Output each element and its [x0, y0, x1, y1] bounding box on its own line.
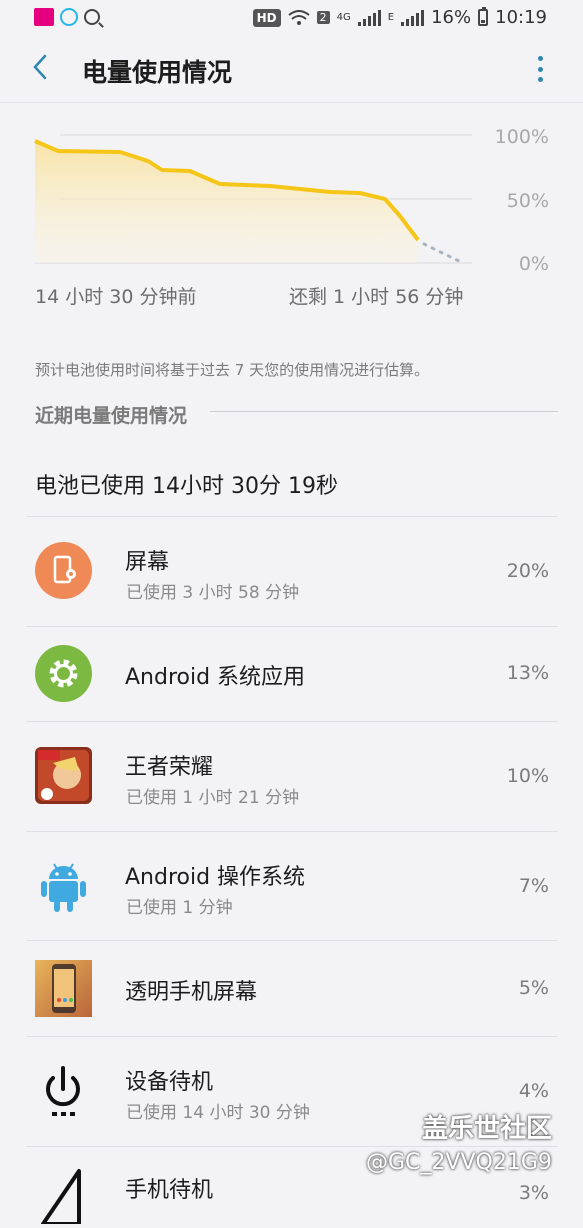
app-name: 透明手机屏幕 [125, 980, 258, 1005]
app-usage-time: 已使用 1 小时 21 分钟 [126, 788, 300, 808]
search-icon [84, 9, 100, 25]
sim-badge: 2 [316, 11, 330, 24]
more-dot-icon [537, 77, 543, 82]
section-divider [210, 411, 558, 412]
app-percent: 20% [506, 560, 549, 582]
status-right-icons: HD 2 4G E 16% 10:19 [252, 7, 547, 28]
app-usage-time: 已使用 3 小时 58 分钟 [126, 583, 300, 603]
app-percent: 7% [518, 875, 549, 897]
chevron-left-icon [33, 54, 47, 80]
app-name: 王者荣耀 [125, 755, 214, 780]
watermark-user: @GC_2VVQ21G9 [366, 1150, 552, 1175]
app-usage-time: 已使用 14 小时 30 分钟 [126, 1103, 310, 1123]
app-percent: 13% [506, 662, 549, 684]
android-icon [35, 857, 92, 914]
battery-percent: 16% [431, 7, 472, 28]
list-item[interactable]: 透明手机屏幕 5% [26, 940, 558, 1036]
app-percent: 5% [518, 977, 549, 999]
status-left-icons [34, 8, 100, 26]
more-options-button[interactable] [528, 54, 552, 84]
back-button[interactable] [28, 52, 52, 82]
hd-badge: HD [252, 8, 281, 27]
app-percent: 4% [518, 1080, 549, 1102]
game-icon [35, 747, 92, 804]
status-bar: HD 2 4G E 16% 10:19 [0, 0, 583, 36]
usage-list: 屏幕 已使用 3 小时 58 分钟 20% Android 系统应用 13% 王… [26, 516, 558, 1226]
list-item[interactable]: 王者荣耀 已使用 1 小时 21 分钟 10% [26, 721, 558, 831]
app-usage-time: 已使用 1 分钟 [126, 898, 233, 918]
list-item[interactable]: 屏幕 已使用 3 小时 58 分钟 20% [26, 516, 558, 626]
app-name: Android 操作系统 [125, 865, 306, 890]
battery-icon [478, 7, 489, 26]
app-name: 设备待机 [125, 1070, 214, 1095]
wifi-icon [288, 9, 310, 26]
clock: 10:19 [495, 7, 547, 28]
list-item[interactable]: Android 系统应用 13% [26, 626, 558, 721]
list-item[interactable]: Android 操作系统 已使用 1 分钟 7% [26, 831, 558, 940]
page-title: 电量使用情况 [82, 58, 233, 87]
section-title: 近期电量使用情况 [35, 405, 188, 427]
more-dot-icon [537, 66, 543, 72]
app-percent: 3% [518, 1182, 549, 1204]
screen-icon [35, 542, 92, 599]
app-bar: 电量使用情况 [0, 36, 583, 103]
network-4g-label: 4G [336, 12, 351, 23]
watermark-brand: 盖乐世社区 [422, 1114, 553, 1144]
app-name: Android 系统应用 [125, 665, 306, 690]
app-percent: 10% [506, 765, 549, 787]
phone-wallpaper-icon [35, 960, 92, 1017]
signal-icon [35, 1167, 92, 1226]
axis-label-0: 0% [518, 253, 549, 275]
axis-label-50: 50% [506, 190, 549, 212]
chart-start-time: 14 小时 30 分钟前 [35, 286, 197, 308]
battery-projection-line [422, 242, 465, 265]
signal-icon-2 [401, 9, 425, 26]
estimate-note: 预计电池使用时间将基于过去 7 天您的使用情况进行估算。 [35, 361, 430, 379]
app-name: 手机待机 [125, 1178, 214, 1203]
app-notification-icon [34, 8, 54, 26]
more-dot-icon [537, 56, 543, 61]
chart-remaining-time: 还剩 1 小时 56 分钟 [289, 286, 464, 308]
total-usage: 电池已使用 14小时 30分 19秒 [35, 474, 338, 499]
axis-label-100: 100% [494, 126, 549, 148]
signal-icon [357, 9, 381, 26]
gear-icon [35, 645, 92, 702]
network-e-label: E [387, 12, 395, 23]
power-icon [35, 1062, 92, 1119]
qq-icon [60, 8, 78, 26]
battery-area [35, 141, 418, 263]
app-name: 屏幕 [125, 550, 170, 575]
